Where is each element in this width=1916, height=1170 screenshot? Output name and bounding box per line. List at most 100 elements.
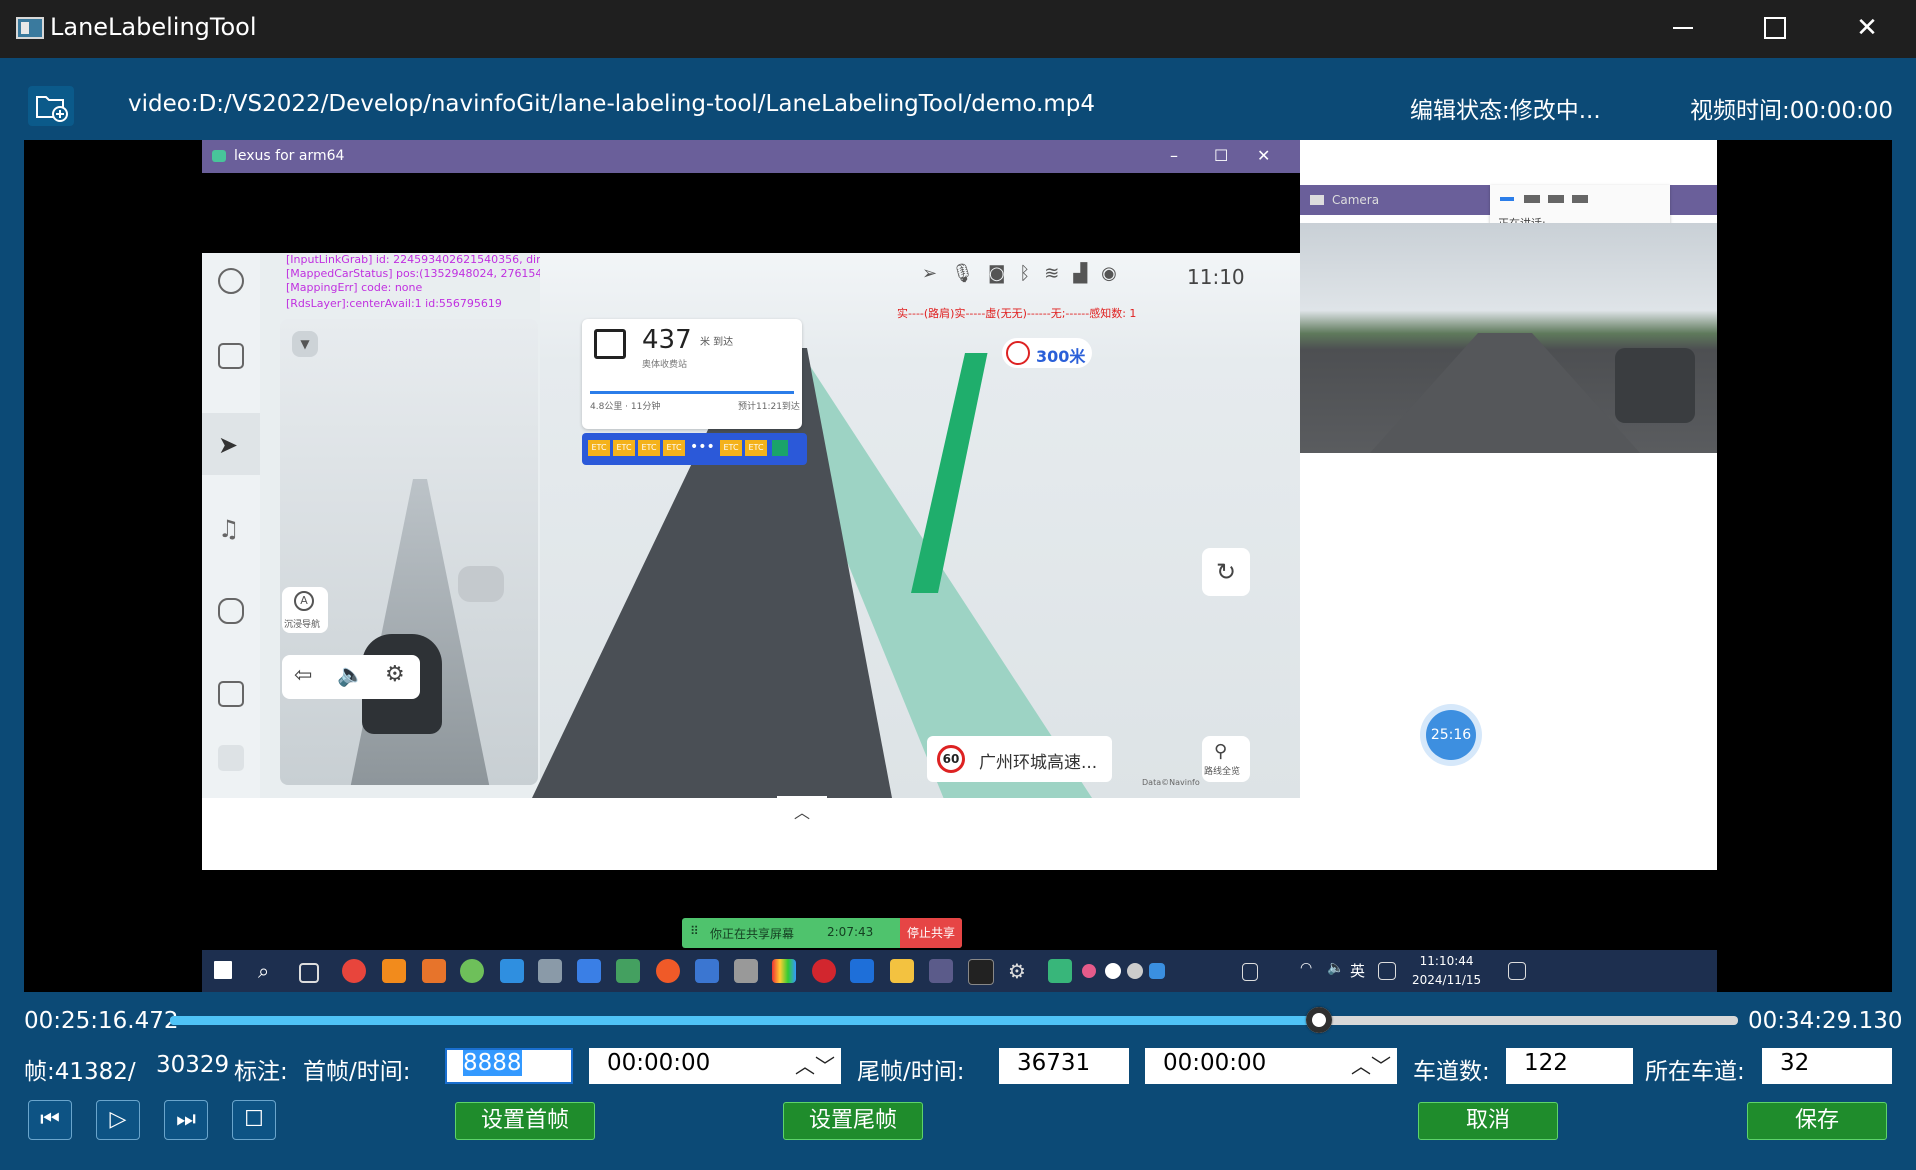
nav-bottom-panel: ︿ bbox=[202, 796, 1300, 870]
app-icon-blue bbox=[850, 959, 874, 983]
end-frame-label: 尾帧/时间: bbox=[857, 1059, 965, 1085]
emu-minimize-icon: – bbox=[1170, 146, 1178, 165]
sublime-icon bbox=[422, 959, 446, 983]
car-icon bbox=[218, 598, 244, 624]
timer-bubble: 25:16 bbox=[1426, 710, 1476, 760]
screen-share-bar: ⠿ 你正在共享屏幕 2:07:43 停止共享 bbox=[682, 918, 962, 948]
spin-arrows-icon[interactable]: ︿﹀ bbox=[1351, 1050, 1391, 1079]
stop-button[interactable]: ☐ bbox=[232, 1100, 276, 1140]
guide-progress bbox=[590, 391, 794, 394]
end-frame-input[interactable]: 36731 bbox=[999, 1048, 1129, 1084]
collapse-icon: ▼ bbox=[292, 331, 318, 357]
video-time: 视频时间:00:00:00 bbox=[1690, 98, 1894, 124]
auto-icon: A bbox=[294, 591, 314, 611]
app-icon-red bbox=[812, 959, 836, 983]
save-button[interactable]: 保存 bbox=[1747, 1102, 1887, 1140]
guide-unit: 米 到达 bbox=[700, 337, 734, 348]
user-icon: ◉ bbox=[1101, 263, 1131, 284]
frame-label: 帧:41382/ bbox=[24, 1059, 136, 1085]
toll-icon bbox=[594, 329, 626, 359]
guide-card: 437 米 到达 奥体收费站 4.8公里 · 11分钟 预计11:21到达 bbox=[582, 319, 802, 429]
stop-icon: ☐ bbox=[244, 1107, 264, 1132]
volume-icon: 🔈 bbox=[337, 663, 365, 688]
edit-state: 编辑状态:修改中... bbox=[1410, 98, 1601, 124]
title-bar: LaneLabelingTool ✕ bbox=[0, 0, 1916, 58]
chevron-up-icon: ︿ bbox=[777, 796, 827, 830]
keyboard-icon bbox=[1378, 962, 1396, 980]
spin-arrows-icon[interactable]: ︿﹀ bbox=[795, 1050, 835, 1079]
open-video-button[interactable] bbox=[28, 86, 74, 126]
camera-car bbox=[1615, 348, 1695, 423]
etc-lane-bar: ETC ETC ETC ETC ••• ETC ETC bbox=[582, 433, 807, 465]
emulator-window: lexus for arm64 – ☐ ✕ ➤ ♫ [InputLinkGrab… bbox=[202, 140, 1300, 870]
cancel-button[interactable]: 取消 bbox=[1418, 1102, 1558, 1140]
guide-remaining: 4.8公里 · 11分钟 bbox=[590, 402, 661, 412]
speaker-icon: 🔈 bbox=[1327, 960, 1345, 976]
skip-forward-icon: ⏭ bbox=[176, 1107, 196, 1132]
play-button[interactable]: ▷ bbox=[96, 1100, 140, 1140]
camera-window: Camera 正在讲话: 25:16 bbox=[1300, 140, 1717, 870]
skip-forward-button[interactable]: ⏭ bbox=[164, 1100, 208, 1140]
vscode-icon bbox=[500, 959, 524, 983]
app-icon-sync bbox=[577, 959, 601, 983]
start-frame-input[interactable]: 8888 bbox=[445, 1048, 573, 1084]
total-time: 00:34:29.130 bbox=[1748, 1008, 1903, 1034]
video-frame: lexus for arm64 – ☐ ✕ ➤ ♫ [InputLinkGrab… bbox=[202, 140, 1717, 992]
notification-icon bbox=[1508, 962, 1526, 980]
skip-back-button[interactable]: ⏮ bbox=[28, 1100, 72, 1140]
speed-camera-badge: 300米 bbox=[1002, 338, 1092, 368]
speed-limit-sign: 60 bbox=[937, 745, 965, 773]
current-time: 00:25:16.472 bbox=[24, 1008, 179, 1034]
camera-road bbox=[1370, 333, 1640, 453]
close-button[interactable]: ✕ bbox=[1837, 8, 1897, 48]
guide-eta: 预计11:21到达 bbox=[738, 402, 800, 412]
folder-add-icon bbox=[36, 96, 68, 122]
other-car bbox=[458, 566, 504, 602]
set-end-button[interactable]: 设置尾帧 bbox=[783, 1102, 923, 1140]
minimize-button[interactable] bbox=[1653, 8, 1713, 48]
camera-icon: ◙ bbox=[987, 263, 1020, 284]
refresh-icon: ↻ bbox=[1202, 548, 1250, 596]
vlc-icon bbox=[382, 959, 406, 983]
seek-progress bbox=[170, 1016, 1320, 1025]
end-time-input[interactable]: 00:00:00 ︿﹀ bbox=[1145, 1048, 1397, 1084]
maximize-icon bbox=[1764, 17, 1786, 39]
app-icon-cloud bbox=[538, 959, 562, 983]
layout-tabs bbox=[1500, 191, 1620, 205]
tray-icon-1 bbox=[1082, 964, 1096, 978]
emulator-title: lexus for arm64 bbox=[234, 148, 345, 164]
seek-slider[interactable] bbox=[170, 1007, 1738, 1033]
exit-icon: ⇦ bbox=[294, 663, 313, 688]
network-icon: ◠ bbox=[1300, 960, 1313, 976]
set-start-button[interactable]: 设置首帧 bbox=[455, 1102, 595, 1140]
app-icon bbox=[16, 17, 44, 39]
app-window: LaneLabelingTool ✕ video:D:/VS2022/Devel… bbox=[0, 0, 1916, 1170]
current-lane-input[interactable]: 32 bbox=[1762, 1048, 1892, 1084]
signal-icon: ▟ bbox=[1073, 263, 1102, 284]
tray-icon-4 bbox=[1149, 963, 1165, 979]
powershell-icon bbox=[695, 959, 719, 983]
emu-close-icon: ✕ bbox=[1257, 146, 1271, 165]
apps-icon bbox=[218, 681, 244, 707]
debug-line: [MappingErr] code: none bbox=[286, 281, 423, 294]
maximize-button[interactable] bbox=[1745, 8, 1805, 48]
end-time-value: 00:00:00 bbox=[1163, 1050, 1267, 1076]
start-frame-label: 首帧/时间: bbox=[303, 1059, 411, 1085]
wifi-icon: ≋ bbox=[1044, 263, 1074, 284]
close-icon: ✕ bbox=[1856, 13, 1878, 43]
menu-icon bbox=[218, 745, 244, 771]
etc-chip: ETC bbox=[588, 440, 610, 456]
status-icons: ➢🎙◙ᛒ≋▟◉ bbox=[922, 263, 1131, 284]
seek-handle[interactable] bbox=[1306, 1007, 1333, 1033]
speed-camera-distance: 300米 bbox=[1036, 347, 1086, 366]
start-time-input[interactable]: 00:00:00 ︿﹀ bbox=[589, 1048, 841, 1084]
tray-icon-3 bbox=[1127, 963, 1143, 979]
video-view[interactable]: lexus for arm64 – ☐ ✕ ➤ ♫ [InputLinkGrab… bbox=[24, 140, 1892, 992]
lane-count-input[interactable]: 122 bbox=[1506, 1048, 1633, 1084]
windows-taskbar: ⌕ ⚙ ◠ 🔈 英 11:10:44 2024/11/15 bbox=[202, 950, 1717, 992]
battery-icon bbox=[1242, 963, 1258, 981]
camera-feed bbox=[1300, 223, 1717, 453]
current-lane-value: 32 bbox=[1780, 1050, 1810, 1076]
minimize-icon bbox=[1673, 27, 1693, 29]
route-overview-button: ⚲ 路线全览 bbox=[1202, 736, 1250, 782]
